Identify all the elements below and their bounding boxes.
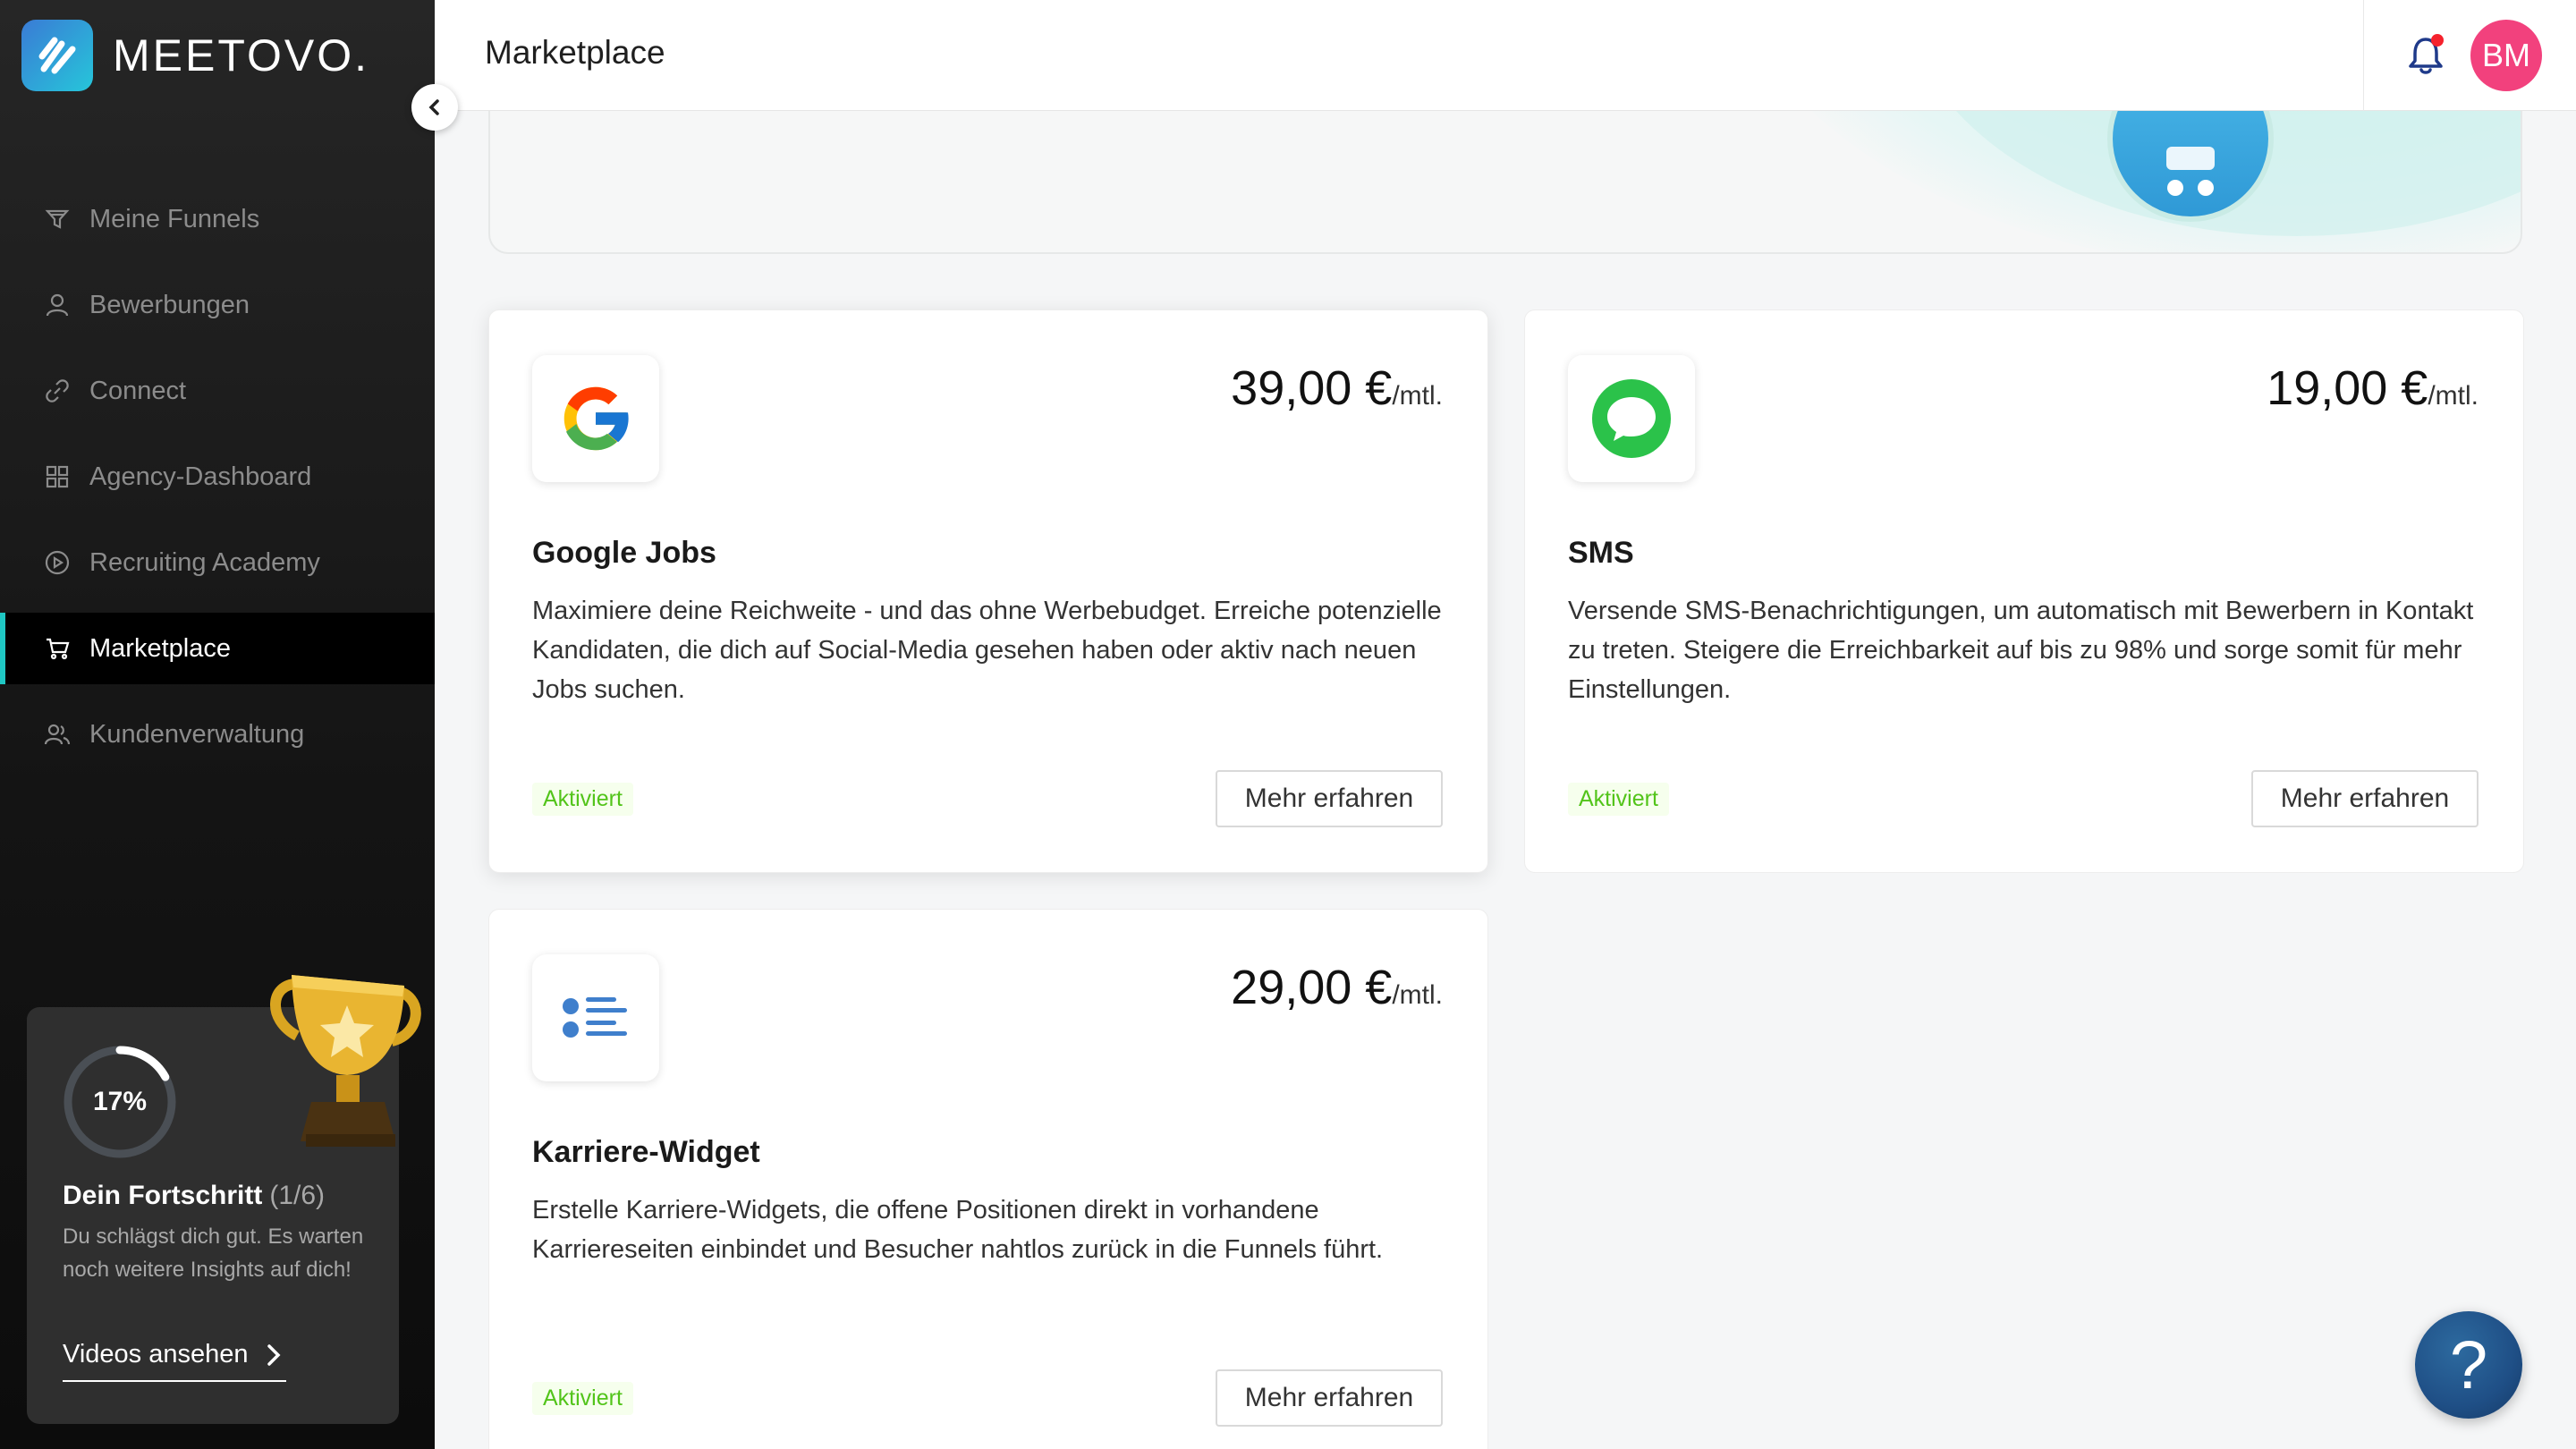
status-badge: Aktiviert	[532, 1382, 633, 1415]
sidebar-item-label: Recruiting Academy	[89, 547, 320, 577]
message-bubble-icon	[1568, 355, 1695, 482]
sidebar-item-label: Meine Funnels	[89, 204, 260, 233]
sidebar-item-kundenverwaltung[interactable]: Kundenverwaltung	[0, 699, 435, 770]
product-card-sms[interactable]: 19,00 €/mtl. SMS Versende SMS-Benachrich…	[1524, 309, 2524, 873]
sidebar-nav: Meine Funnels Bewerbungen Connect Agency…	[0, 183, 435, 784]
product-title: Google Jobs	[532, 536, 716, 570]
grid-icon	[43, 462, 72, 491]
sidebar-item-recruiting-academy[interactable]: Recruiting Academy	[0, 527, 435, 598]
product-title: SMS	[1568, 536, 1634, 570]
progress-steps: (1/6)	[269, 1181, 326, 1210]
product-description: Maximiere deine Reichweite - und das ohn…	[532, 597, 1442, 704]
sidebar-item-meine-funnels[interactable]: Meine Funnels	[0, 183, 435, 255]
progress-description: Du schlägst dich gut. Es warten noch wei…	[63, 1224, 364, 1282]
sidebar-item-label: Kundenverwaltung	[89, 719, 305, 749]
brand-name: MEETOVO.	[113, 30, 370, 80]
product-title: Karriere-Widget	[532, 1135, 760, 1169]
chevron-right-icon	[266, 1343, 282, 1368]
product-card-karriere-widget[interactable]: 29,00 €/mtl. Karriere-Widget Erstelle Ka…	[488, 909, 1488, 1449]
mehr-erfahren-button[interactable]: Mehr erfahren	[2251, 770, 2479, 827]
sidebar-item-label: Connect	[89, 376, 187, 405]
list-icon	[532, 954, 659, 1081]
product-card-google-jobs[interactable]: 39,00 €/mtl. Google Jobs Maximiere deine…	[488, 309, 1488, 873]
status-badge: Aktiviert	[532, 783, 633, 816]
product-description: Erstelle Karriere-Widgets, die offene Po…	[532, 1196, 1384, 1264]
chevron-left-icon	[428, 99, 439, 115]
trophy-icon	[270, 975, 421, 1147]
mehr-erfahren-button[interactable]: Mehr erfahren	[1216, 770, 1443, 827]
page-title: Marketplace	[485, 34, 665, 71]
sidebar-item-marketplace[interactable]: Marketplace	[0, 613, 435, 684]
sidebar-item-label: Bewerbungen	[89, 290, 250, 319]
sidebar-collapse-button[interactable]	[411, 84, 458, 131]
user-avatar[interactable]: BM	[2470, 20, 2542, 91]
sidebar-item-label: Agency-Dashboard	[89, 462, 312, 491]
status-badge: Aktiviert	[1568, 783, 1669, 816]
sidebar: MEETOVO. Meine Funnels Bewerbungen Conne…	[0, 0, 435, 1449]
link-icon	[43, 377, 72, 405]
product-price: 29,00 €/mtl.	[1231, 961, 1443, 1014]
play-circle-icon	[43, 548, 72, 577]
banner-cart-illustration-icon	[2107, 111, 2274, 222]
marketplace-banner	[488, 111, 2522, 254]
top-header: Marketplace BM	[435, 0, 2576, 111]
sidebar-item-connect[interactable]: Connect	[0, 355, 435, 427]
mehr-erfahren-button[interactable]: Mehr erfahren	[1216, 1369, 1443, 1427]
sidebar-item-bewerbungen[interactable]: Bewerbungen	[0, 269, 435, 341]
videos-ansehen-label: Videos ansehen	[63, 1340, 249, 1368]
product-price: 19,00 €/mtl.	[2267, 361, 2479, 415]
header-divider	[2363, 0, 2364, 111]
product-description: Versende SMS-Benachrichtigungen, um auto…	[1568, 597, 2474, 704]
funnel-icon	[43, 205, 72, 233]
progress-card: 17% Dein Fortschritt (1/6) Du schlägst di…	[27, 975, 421, 1424]
product-price: 39,00 €/mtl.	[1231, 361, 1443, 415]
user-icon	[43, 291, 72, 319]
brand-logo[interactable]: MEETOVO.	[21, 20, 369, 91]
sidebar-item-label: Marketplace	[89, 633, 231, 663]
google-icon	[532, 355, 659, 482]
videos-ansehen-link[interactable]: Videos ansehen	[63, 1340, 286, 1382]
sidebar-item-agency-dashboard[interactable]: Agency-Dashboard	[0, 441, 435, 513]
users-icon	[43, 720, 72, 749]
progress-percent: 17%	[92, 1087, 148, 1116]
notification-dot	[2431, 34, 2444, 47]
meetovo-logo-icon	[21, 20, 93, 91]
progress-title: Dein Fortschritt (1/6)	[63, 1181, 326, 1210]
help-button[interactable]: ?	[2415, 1311, 2522, 1419]
cart-icon	[43, 634, 72, 663]
